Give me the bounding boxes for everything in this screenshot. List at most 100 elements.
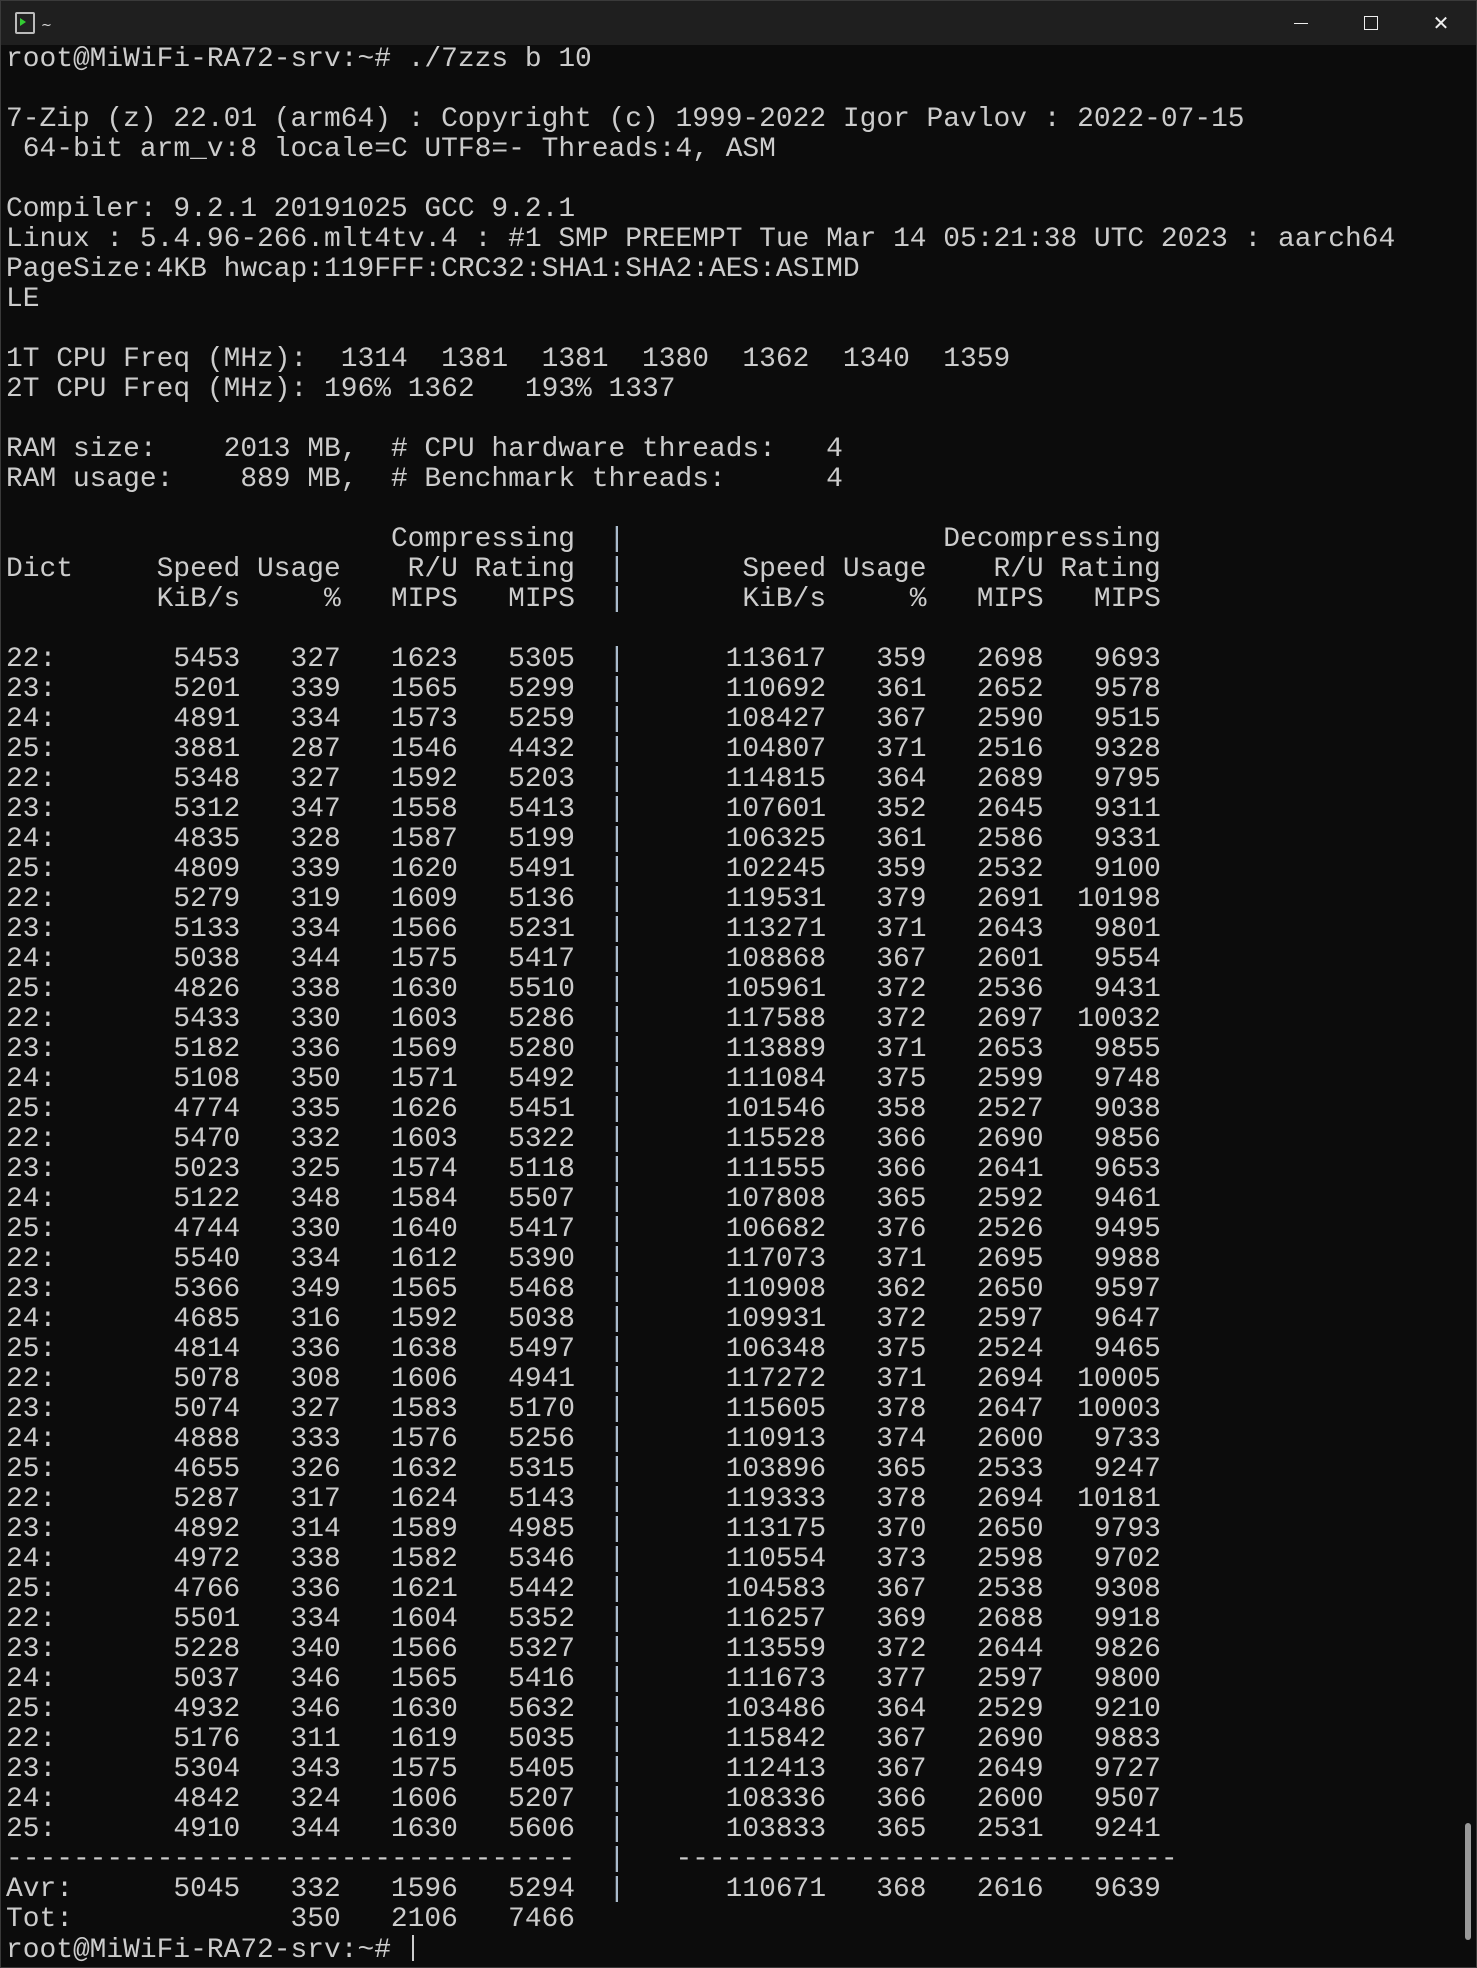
separator-right: ------------------------------ — [675, 1844, 1178, 1875]
decomp-ru-cell: 2694 — [976, 1364, 1044, 1395]
decomp-speed-cell: 101546 — [725, 1094, 827, 1125]
dict-cell: 24: — [6, 1544, 57, 1575]
minimize-button[interactable] — [1266, 1, 1336, 45]
dict-cell: 23: — [6, 1154, 57, 1185]
comp-speed-cell: 5133 — [173, 914, 241, 945]
dict-cell: 25: — [6, 1094, 57, 1125]
decomp-ru-cell: 2688 — [976, 1604, 1044, 1635]
column-separator: | — [608, 884, 626, 915]
dict-cell: 25: — [6, 1454, 57, 1485]
dict-cell: 22: — [6, 1604, 57, 1635]
comp-usage-cell: 314 — [290, 1514, 341, 1545]
table-row: 24: 5038 344 1575 5417 | 108868 367 2601 9554 — [6, 945, 1456, 975]
comp-speed-cell: 5122 — [173, 1184, 241, 1215]
column-separator: | — [608, 734, 626, 765]
terminal-output[interactable]: root@MiWiFi-RA72-srv:~# ./7zzs b 10 7-Zip… — [6, 45, 1456, 1966]
comp-rating-cell: 5327 — [508, 1634, 576, 1665]
column-separator: | — [608, 524, 626, 555]
comp-rating-cell: MIPS — [508, 584, 576, 615]
comp-speed-cell: 5037 — [173, 1664, 241, 1695]
comp-rating-cell: 5170 — [508, 1394, 576, 1425]
table-row: 25: 4809 339 1620 5491 | 102245 359 2532 9100 — [6, 855, 1456, 885]
decomp-speed-cell: 114815 — [725, 764, 827, 795]
comp-ru-cell: 1596 — [390, 1874, 458, 1905]
column-separator: | — [608, 824, 626, 855]
decomp-usage-cell: 369 — [876, 1604, 927, 1635]
column-separator: | — [608, 1214, 626, 1245]
dict-cell: 25: — [6, 1574, 57, 1605]
comp-ru-cell: 1569 — [390, 1034, 458, 1065]
terminal-line: 64-bit arm_v:8 locale=C UTF8=- Threads:4… — [6, 134, 776, 165]
decomp-rating-cell: 10005 — [1077, 1364, 1161, 1395]
comp-ru-cell: 1592 — [390, 764, 458, 795]
comp-speed-cell: 5453 — [173, 644, 241, 675]
terminal-line: RAM usage: 889 MB, # Benchmark threads: … — [6, 464, 843, 495]
comp-usage-cell: 308 — [290, 1364, 341, 1395]
dict-cell: 24: — [6, 1184, 57, 1215]
decomp-rating-cell: 9988 — [1093, 1244, 1161, 1275]
comp-usage-cell: 344 — [290, 944, 341, 975]
close-button[interactable]: ✕ — [1406, 1, 1476, 45]
decomp-speed-cell: 106325 — [725, 824, 827, 855]
table-row: 22: 5470 332 1603 5322 | 115528 366 2690 9856 — [6, 1125, 1456, 1155]
comp-speed-cell: 5074 — [173, 1394, 241, 1425]
scrollbar[interactable] — [1463, 45, 1473, 1963]
decomp-rating-cell: 10032 — [1077, 1004, 1161, 1035]
dict-cell: 23: — [6, 1514, 57, 1545]
decomp-usage-cell: 352 — [876, 794, 927, 825]
comp-ru-cell: 1623 — [390, 644, 458, 675]
comp-speed-cell: KiB/s — [156, 584, 241, 615]
decomp-usage-cell: 367 — [876, 1754, 927, 1785]
comp-rating-cell: 5510 — [508, 974, 576, 1005]
dict-cell: 22: — [6, 1124, 57, 1155]
comp-rating-cell: 5207 — [508, 1784, 576, 1815]
decomp-ru-cell: 2529 — [976, 1694, 1044, 1725]
terminal-app-icon — [15, 12, 35, 34]
table-row: 22: 5540 334 1612 5390 | 117073 371 2695 9988 — [6, 1245, 1456, 1275]
comp-usage-cell: 330 — [290, 1004, 341, 1035]
decomp-rating-cell: 9507 — [1093, 1784, 1161, 1815]
decomp-usage-cell: 373 — [876, 1544, 927, 1575]
table-row: 24: 5037 346 1565 5416 | 111673 377 2597 9800 — [6, 1665, 1456, 1695]
terminal-line: 2T CPU Freq (MHz): 196% 1362 193% 1337 — [6, 374, 676, 405]
dict-cell: 24: — [6, 1784, 57, 1815]
scrollbar-thumb[interactable] — [1465, 1823, 1471, 1940]
decomp-speed-cell: 110671 — [725, 1874, 827, 1905]
decomp-usage-cell: 359 — [876, 854, 927, 885]
comp-rating-cell: 5203 — [508, 764, 576, 795]
decomp-rating-cell: 9855 — [1093, 1034, 1161, 1065]
compressing-label: Compressing — [390, 524, 576, 555]
comp-rating-cell: 5346 — [508, 1544, 576, 1575]
decomp-ru-cell: 2650 — [976, 1514, 1044, 1545]
decomp-ru-cell: 2600 — [976, 1784, 1044, 1815]
table-row: 24: 5122 348 1584 5507 | 107808 365 2592 9461 — [6, 1185, 1456, 1215]
comp-rating-cell: 5497 — [508, 1334, 576, 1365]
table-row: 25: 4744 330 1640 5417 | 106682 376 2526 9495 — [6, 1215, 1456, 1245]
comp-usage-cell: 347 — [290, 794, 341, 825]
comp-ru-cell: 1603 — [390, 1004, 458, 1035]
comp-usage-cell: 335 — [290, 1094, 341, 1125]
decomp-usage-cell: 371 — [876, 734, 927, 765]
comp-speed-cell: 5540 — [173, 1244, 241, 1275]
dict-cell: 23: — [6, 1394, 57, 1425]
comp-speed-cell: 4972 — [173, 1544, 241, 1575]
column-separator: | — [608, 1484, 626, 1515]
decomp-rating-cell: 9653 — [1093, 1154, 1161, 1185]
table-group-header: Compressing | Decompressing — [6, 525, 1456, 555]
table-row: 22: 5453 327 1623 5305 | 113617 359 2698 9693 — [6, 645, 1456, 675]
table-row: 23: 5133 334 1566 5231 | 113271 371 2643 9801 — [6, 915, 1456, 945]
comp-ru-cell: R/U — [407, 554, 458, 585]
dict-cell: 23: — [6, 794, 57, 825]
comp-usage-cell: 350 — [290, 1904, 341, 1935]
column-separator: | — [608, 764, 626, 795]
column-separator: | — [608, 1574, 626, 1605]
decomp-rating-cell: 9793 — [1093, 1514, 1161, 1545]
maximize-button[interactable] — [1336, 1, 1406, 45]
table-row: 22: 5176 311 1619 5035 | 115842 367 2690 9883 — [6, 1725, 1456, 1755]
decomp-ru-cell: 2592 — [976, 1184, 1044, 1215]
comp-ru-cell: 1571 — [390, 1064, 458, 1095]
table-separator-row: ---------------------------------- | -----… — [6, 1845, 1456, 1875]
